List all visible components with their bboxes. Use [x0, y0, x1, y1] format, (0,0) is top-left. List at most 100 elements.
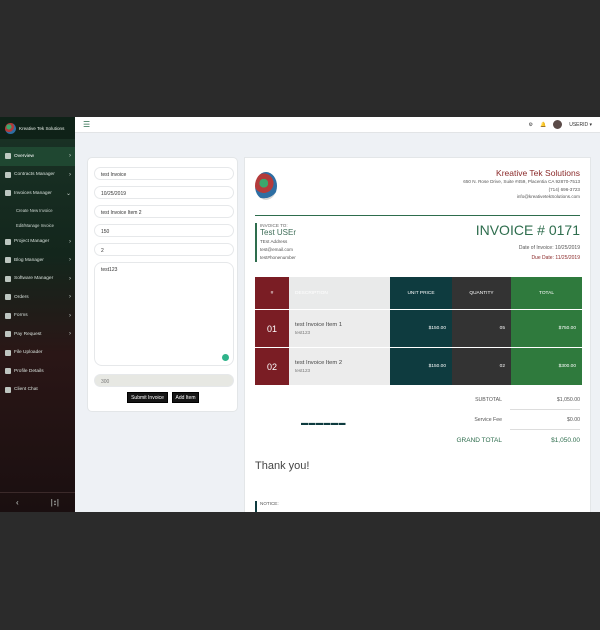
service-fee-value: $0.00 [510, 410, 580, 430]
company-info: Kreative Tek Solutions 650 N. Rose Drive… [463, 168, 580, 201]
user-menu[interactable]: USERID ▾ [569, 122, 592, 128]
notice-block: NOTICE: [255, 501, 279, 512]
header-description: DESCRIPTION [289, 277, 390, 309]
list-icon [5, 190, 11, 197]
home-icon [5, 153, 11, 160]
chevron-right-icon: › [69, 275, 71, 282]
sidebar-item-overview[interactable]: Overview › [0, 147, 75, 166]
sidebar-item-label: Orders [14, 294, 29, 300]
image-icon [5, 257, 11, 264]
row-description: test Invoice Item 2 test123 [289, 348, 390, 385]
sidebar-item-forms[interactable]: Forms › [0, 307, 75, 326]
grand-total-label: GRAND TOTAL [456, 436, 502, 444]
item-title: test Invoice Item 2 [295, 360, 343, 366]
unit-price-field[interactable]: 150 [94, 224, 234, 237]
description-textarea[interactable]: test123 [94, 262, 234, 366]
invoice-number: INVOICE # 0171 [475, 222, 580, 238]
code-icon [5, 275, 11, 282]
row-unit-price: $150.00 [390, 348, 452, 385]
sidebar-item-orders[interactable]: Orders › [0, 288, 75, 307]
avatar[interactable] [553, 120, 563, 129]
row-total: $750.00 [511, 310, 582, 347]
company-name: Kreative Tek Solutions [496, 168, 580, 178]
invoice-summary: SUBTOTAL $1,050.00 Service Fee $0.00 GRA… [450, 390, 580, 450]
sidebar-subitem-create-invoice[interactable]: Create New Invoice [0, 203, 75, 218]
invoice-date: Date of Invoice: 10/25/2019 [518, 245, 580, 251]
sidebar-item-label: Overview [14, 153, 34, 159]
sidebar-item-invoices[interactable]: Invoices Manager ⌄ [0, 184, 75, 203]
sidebar-item-contracts[interactable]: Contracts Manager › [0, 166, 75, 185]
total-field: 300 [94, 374, 234, 387]
menu-toggle-icon[interactable]: ☰ [83, 120, 90, 129]
sidebar-nav: Overview › Contracts Manager › Invoices Ma… [0, 147, 75, 399]
invoice-items-table: # DESCRIPTION UNIT PRICE QUANTITY TOTAL … [255, 276, 582, 386]
invoice-form: test Invoice 10/25/2019 test Invoice Ite… [87, 157, 238, 412]
subtotal-value: $1,050.00 [510, 390, 580, 410]
forms-icon [5, 312, 11, 319]
item-subtitle: test123 [295, 368, 311, 373]
sidebar-item-projects[interactable]: Project Manager › [0, 233, 75, 252]
item-subtitle: test123 [295, 330, 311, 335]
sidebar-item-pay-request[interactable]: Pay Request › [0, 325, 75, 344]
invoice-title-field[interactable]: test Invoice [94, 167, 234, 180]
chevron-right-icon: › [69, 294, 71, 301]
sidebar-item-label: Pay Request [14, 331, 42, 337]
sidebar-footer: ‹ |↕| [0, 492, 75, 512]
header-quantity: QUANTITY [452, 277, 511, 309]
company-address: 650 N. Rose Drive, Suite #459, Placentia… [463, 179, 580, 184]
table-header-row: # DESCRIPTION UNIT PRICE QUANTITY TOTAL [255, 277, 582, 309]
chat-icon [5, 386, 11, 393]
company-phone: (714) 696-3723 [548, 186, 580, 192]
sidebar: Kreative Tek Solutions Overview › Contrac… [0, 117, 75, 512]
grand-total-row: GRAND TOTAL $1,050.00 [450, 430, 580, 450]
sidebar-item-software[interactable]: Software Manager › [0, 270, 75, 289]
row-num: 02 [255, 348, 289, 385]
invoice-preview: Kreative Tek Solutions 650 N. Rose Drive… [244, 157, 591, 512]
chevron-right-icon: › [69, 312, 71, 319]
sidebar-item-profile[interactable]: Profile Details [0, 362, 75, 381]
header-num: # [255, 277, 289, 309]
quantity-field[interactable]: 2 [94, 243, 234, 256]
submit-invoice-button[interactable]: Submit Invoice [127, 392, 168, 403]
folder-icon [5, 238, 11, 245]
row-description: test Invoice Item 1 test123 [289, 310, 390, 347]
contract-icon [5, 171, 11, 178]
sidebar-item-file-uploader[interactable]: File Uploader [0, 344, 75, 363]
row-num: 01 [255, 310, 289, 347]
sidebar-subitem-manage-invoice[interactable]: Edit/Manage Invoice [0, 218, 75, 233]
dash-divider: ▬▬▬▬▬▬ [301, 420, 346, 427]
company-logo-icon [255, 172, 277, 200]
upload-icon [5, 349, 11, 356]
user-icon [5, 368, 11, 375]
emoji-icon[interactable] [222, 354, 229, 361]
bell-icon[interactable]: 🔔 [540, 122, 546, 128]
item-name-field[interactable]: test Invoice Item 2 [94, 205, 234, 218]
sidebar-item-label: Contracts Manager [14, 172, 55, 178]
gear-icon[interactable]: ⚙ [528, 122, 532, 128]
pay-icon [5, 331, 11, 338]
chevron-down-icon: ⌄ [65, 190, 71, 197]
row-quantity: 05 [452, 310, 511, 347]
fullscreen-icon[interactable]: |↕| [51, 498, 59, 507]
chevron-right-icon: › [69, 153, 71, 160]
row-quantity: 02 [452, 348, 511, 385]
header-unit-price: UNIT PRICE [390, 277, 452, 309]
divider [255, 215, 580, 216]
sidebar-item-label: File Uploader [14, 350, 43, 356]
description-text: test123 [101, 266, 118, 273]
service-fee-row: Service Fee $0.00 [450, 410, 580, 430]
brand-name: Kreative Tek Solutions [19, 125, 65, 131]
header-total: TOTAL [511, 277, 582, 309]
sidebar-item-blog[interactable]: Blog Manager › [0, 251, 75, 270]
add-item-button[interactable]: Add Item [172, 392, 199, 403]
sidebar-item-label: Blog Manager [14, 257, 44, 263]
sidebar-item-label: Project Manager [14, 239, 50, 245]
sidebar-item-label: Invoices Manager [14, 190, 52, 196]
chevron-right-icon: › [69, 171, 71, 178]
sidebar-item-client-chat[interactable]: Client Chat [0, 381, 75, 400]
collapse-icon[interactable]: ‹ [16, 498, 19, 507]
sidebar-brand[interactable]: Kreative Tek Solutions [0, 117, 75, 139]
notice-label: NOTICE: [260, 501, 279, 506]
invoice-date-field[interactable]: 10/25/2019 [94, 186, 234, 199]
company-logo-icon [5, 122, 16, 134]
